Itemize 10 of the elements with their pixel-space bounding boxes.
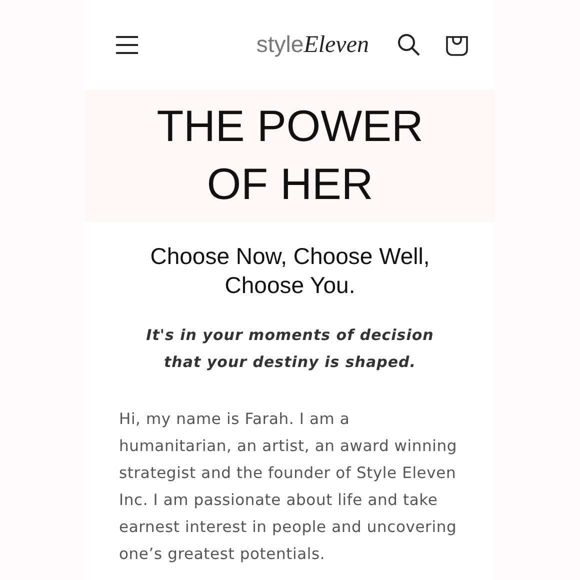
menu-icon — [115, 35, 139, 55]
menu-button[interactable] — [113, 33, 141, 57]
search-icon — [397, 33, 421, 57]
intro-paragraph: Hi, my name is Farah. I am a humanitarian, an artist, an award winning strategist and the founder of Style Eleven Inc. I am passionate about life and take earnest interest in people and uncovering one’s greatest potentials. — [119, 409, 458, 565]
shopping-bag-icon — [445, 33, 469, 57]
logo-script-text: Eleven — [304, 32, 369, 59]
subtitle: Choose Now, Choose Well, Choose You. — [149, 242, 431, 300]
logo-text: style — [256, 31, 304, 58]
tagline: It's in your moments of decision that your destiny is shaped. — [145, 325, 435, 373]
hero-title: THE POWER OF HER — [156, 101, 424, 211]
